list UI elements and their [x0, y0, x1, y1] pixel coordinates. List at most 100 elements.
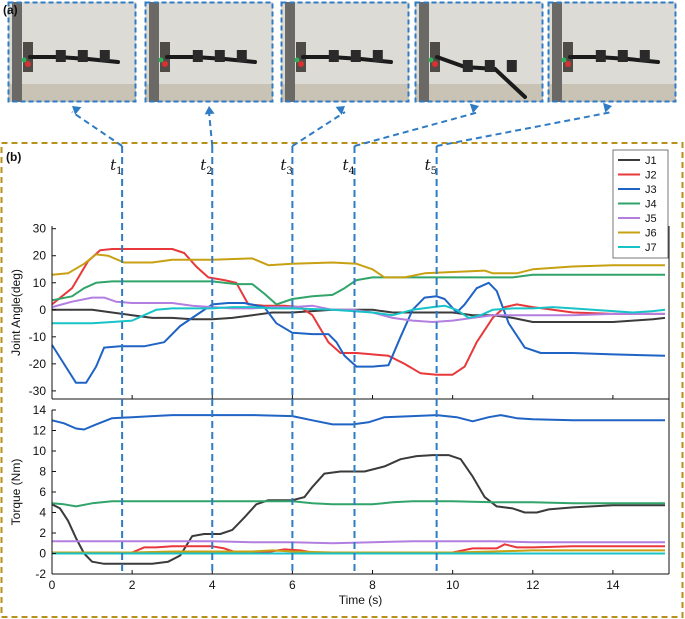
- y-tick-label: 12: [33, 424, 47, 438]
- robot-joint: [328, 50, 339, 62]
- y-tick-label: 2: [39, 526, 46, 540]
- photo-stand: [419, 2, 429, 102]
- robot-joint: [55, 50, 66, 62]
- photo-floor: [548, 84, 676, 102]
- x-tick-label: 2: [129, 578, 136, 592]
- robot-photo-t2: [144, 1, 274, 103]
- series-line-j4: [51, 500, 665, 508]
- marker-green: [294, 57, 300, 63]
- y-tick-label: 8: [39, 465, 46, 479]
- marker-arrowhead-t4: [469, 103, 479, 114]
- photo-stand: [552, 2, 562, 102]
- robot-joint: [77, 50, 88, 62]
- photo-stand: [12, 2, 22, 102]
- y-tick-label: -2: [35, 567, 46, 581]
- marker-green: [428, 57, 434, 63]
- y-axis-label: Joint Angle(deg): [9, 269, 23, 356]
- robot-joint: [484, 60, 495, 72]
- robot-photo-t4: [414, 1, 544, 103]
- x-axis-label: Time (s): [339, 593, 383, 607]
- marker-arrowhead-t1: [72, 106, 82, 115]
- robot-joint: [462, 60, 473, 72]
- marker-green: [21, 57, 27, 63]
- photo-stand: [285, 2, 295, 102]
- robot-joint: [617, 50, 628, 62]
- legend: J1 J2 J3 J4 J5 J6 J7: [612, 149, 669, 259]
- y-tick-label: 0: [39, 547, 46, 561]
- series-line-j3: [51, 281, 666, 384]
- joint-angle-plot: -30-20-100102030Joint Angle(deg): [9, 222, 670, 574]
- marker-arrow-t1: [71, 111, 123, 147]
- torque-plot: -2024681012140 2 4 6 8 10 12 14Torque (Nm)Time …: [9, 403, 669, 607]
- marker-label-t4: t4: [342, 156, 354, 177]
- x-tick-label: 8: [369, 578, 376, 592]
- y-axis-label: Torque (Nm): [9, 459, 23, 526]
- legend-label-j6: J6: [645, 228, 657, 240]
- robot-joint: [214, 50, 225, 62]
- panel-a-label: (a): [3, 3, 18, 17]
- y-tick-label: -20: [29, 357, 47, 371]
- figure: (a) (b) -30-20-100102030Joint Angle(deg)…: [0, 1, 684, 618]
- marker-red: [432, 61, 438, 67]
- robot-joint: [639, 50, 650, 62]
- robot-joint: [372, 50, 383, 62]
- x-tick-label: 10: [446, 578, 460, 592]
- series-line-j3: [51, 414, 665, 431]
- x-tick-label: 12: [526, 578, 540, 592]
- x-tick-label: 0: [49, 578, 56, 592]
- marker-green: [158, 57, 164, 63]
- x-tick-label: 4: [209, 578, 216, 592]
- robot-joint: [350, 50, 361, 62]
- x-tick-label: 14: [606, 578, 620, 592]
- marker-red: [565, 61, 571, 67]
- series-line-j6: [52, 549, 665, 554]
- photo-floor: [145, 84, 273, 102]
- legend-label-j1: J1: [645, 155, 657, 167]
- robot-photo-t1: [7, 1, 137, 103]
- legend-label-j7: J7: [645, 242, 657, 254]
- x-tick-label: 6: [289, 578, 296, 592]
- robot-joint: [236, 50, 247, 62]
- legend-label-j4: J4: [645, 199, 657, 211]
- marker-label-t2: t2: [200, 156, 212, 177]
- marker-label-t5: t5: [425, 156, 437, 177]
- robot-photo-t3: [280, 1, 410, 103]
- marker-red: [162, 61, 168, 67]
- robot-joint: [595, 50, 606, 62]
- series-line-j4: [51, 273, 665, 306]
- photo-floor: [415, 84, 543, 102]
- photo-floor: [281, 84, 409, 102]
- robot-joint: [99, 50, 110, 62]
- y-tick-label: 10: [33, 444, 47, 458]
- robot-photo-t5: [547, 1, 677, 103]
- series-line-j5: [51, 296, 665, 323]
- legend-label-j5: J5: [645, 213, 657, 225]
- legend-label-j3: J3: [645, 184, 657, 196]
- y-tick-label: 14: [33, 403, 47, 417]
- marker-arrowhead-t5: [603, 102, 612, 113]
- marker-arrow-t2: [208, 111, 214, 147]
- marker-red: [25, 61, 31, 67]
- marker-arrowhead-t2: [204, 106, 215, 115]
- photo-strip: [7, 1, 677, 103]
- series-line-j5: [52, 540, 665, 545]
- panel-b-label: (b): [6, 150, 21, 164]
- y-tick-label: 6: [39, 485, 46, 499]
- y-tick-label: 20: [33, 249, 47, 263]
- marker-arrow-t3: [291, 111, 346, 147]
- y-tick-label: -30: [29, 384, 47, 398]
- marker-red: [298, 61, 304, 67]
- marker-green: [561, 57, 567, 63]
- y-tick-label: 10: [33, 276, 47, 290]
- marker-label-t3: t3: [280, 156, 292, 177]
- y-tick-label: 4: [39, 506, 46, 520]
- y-tick-label: -10: [29, 330, 47, 344]
- photo-floor: [8, 84, 136, 102]
- marker-label-t1: t1: [110, 156, 122, 177]
- photo-stand: [149, 2, 159, 102]
- y-tick-label: 0: [39, 303, 46, 317]
- legend-label-j2: J2: [645, 170, 657, 182]
- y-tick-label: 30: [33, 222, 47, 236]
- robot-joint: [506, 60, 517, 72]
- robot-joint: [192, 50, 203, 62]
